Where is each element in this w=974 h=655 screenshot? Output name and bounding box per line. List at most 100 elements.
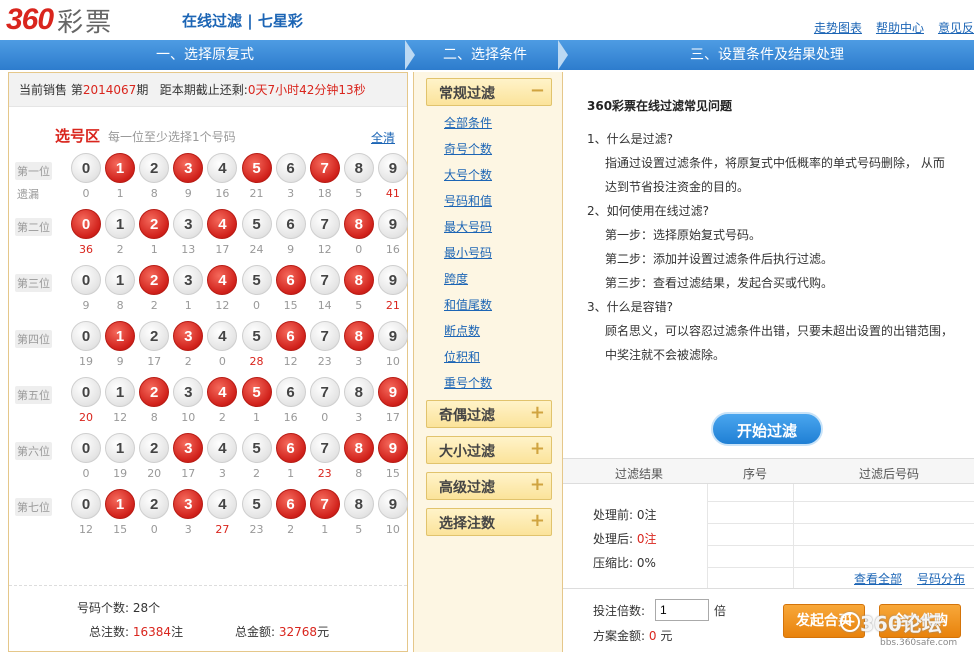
digit-ball[interactable]: 4 (207, 153, 238, 183)
digit-ball[interactable]: 6 (275, 433, 306, 463)
digit-ball[interactable]: 3 (173, 377, 204, 407)
digit-ball[interactable]: 3 (173, 265, 204, 295)
expand-icon[interactable]: + (530, 474, 545, 495)
digit-ball[interactable]: 2 (139, 265, 170, 295)
digit-ball[interactable]: 0 (71, 489, 101, 519)
digit-ball[interactable]: 0 (71, 265, 101, 295)
category-advanced[interactable]: 高级过滤 + (426, 472, 552, 500)
digit-ball[interactable]: 2 (139, 377, 170, 407)
digit-ball[interactable]: 7 (309, 489, 340, 519)
digit-ball[interactable]: 4 (207, 377, 238, 407)
digit-ball[interactable]: 9 (377, 489, 408, 519)
digit-ball[interactable]: 3 (173, 153, 204, 183)
digit-ball[interactable]: 7 (309, 377, 340, 407)
digit-ball[interactable]: 8 (343, 433, 374, 463)
digit-ball[interactable]: 3 (173, 433, 204, 463)
digit-ball[interactable]: 0 (71, 321, 101, 351)
start-filter-button[interactable]: 开始过滤 (711, 412, 823, 446)
digit-ball[interactable]: 0 (71, 377, 101, 407)
digit-ball[interactable]: 7 (309, 209, 340, 239)
condition-sum[interactable]: 号码和值 (444, 192, 492, 209)
digit-ball[interactable]: 8 (343, 321, 374, 351)
category-odd-even[interactable]: 奇偶过滤 + (426, 400, 552, 428)
digit-ball[interactable]: 1 (105, 153, 136, 183)
digit-ball[interactable]: 6 (275, 153, 306, 183)
digit-ball[interactable]: 5 (241, 265, 272, 295)
digit-ball[interactable]: 0 (71, 153, 101, 183)
digit-ball[interactable]: 1 (105, 489, 136, 519)
digit-ball[interactable]: 9 (377, 153, 408, 183)
digit-ball[interactable]: 1 (105, 321, 136, 351)
condition-all[interactable]: 全部条件 (444, 114, 492, 131)
digit-ball[interactable]: 7 (309, 265, 340, 295)
digit-ball[interactable]: 8 (343, 153, 374, 183)
digit-ball[interactable]: 8 (343, 209, 374, 239)
digit-ball[interactable]: 6 (275, 321, 306, 351)
clear-all-link[interactable]: 全清 (371, 129, 395, 146)
digit-ball[interactable]: 9 (377, 377, 408, 407)
digit-ball[interactable]: 9 (377, 209, 408, 239)
digit-ball[interactable]: 3 (173, 489, 204, 519)
expand-icon[interactable]: + (530, 438, 545, 459)
category-regular[interactable]: 常规过滤 − (426, 78, 552, 106)
digit-ball[interactable]: 3 (173, 321, 204, 351)
digit-ball[interactable]: 5 (241, 377, 272, 407)
trend-chart-link[interactable]: 走势图表 (814, 19, 862, 36)
logo[interactable]: 360 彩票 (6, 3, 113, 38)
condition-position-product[interactable]: 位积和 (444, 348, 480, 365)
digit-ball[interactable]: 4 (207, 489, 238, 519)
digit-ball[interactable]: 5 (241, 321, 272, 351)
digit-ball[interactable]: 5 (241, 153, 272, 183)
digit-ball[interactable]: 2 (139, 209, 170, 239)
condition-odd-count[interactable]: 奇号个数 (444, 140, 492, 157)
digit-ball[interactable]: 9 (377, 265, 408, 295)
expand-icon[interactable]: + (530, 402, 545, 423)
digit-ball[interactable]: 6 (275, 265, 306, 295)
condition-max[interactable]: 最大号码 (444, 218, 492, 235)
condition-repeat-count[interactable]: 重号个数 (444, 374, 492, 391)
digit-ball[interactable]: 2 (139, 433, 170, 463)
distribution-link[interactable]: 号码分布 (917, 570, 965, 587)
digit-ball[interactable]: 1 (105, 433, 136, 463)
digit-ball[interactable]: 6 (275, 377, 306, 407)
digit-ball[interactable]: 4 (207, 209, 238, 239)
multiplier-input[interactable] (655, 599, 709, 621)
category-select-bets[interactable]: 选择注数 + (426, 508, 552, 536)
condition-big-count[interactable]: 大号个数 (444, 166, 492, 183)
digit-ball[interactable]: 4 (207, 433, 238, 463)
digit-ball[interactable]: 5 (241, 489, 272, 519)
feedback-link[interactable]: 意见反 (938, 19, 974, 36)
digit-ball[interactable]: 7 (309, 433, 340, 463)
digit-ball[interactable]: 7 (309, 321, 340, 351)
digit-ball[interactable]: 7 (309, 153, 340, 183)
collapse-icon[interactable]: − (530, 80, 545, 101)
digit-ball[interactable]: 8 (343, 377, 374, 407)
category-big-small[interactable]: 大小过滤 + (426, 436, 552, 464)
digit-ball[interactable]: 0 (71, 209, 101, 239)
digit-ball[interactable]: 6 (275, 489, 306, 519)
digit-ball[interactable]: 4 (207, 265, 238, 295)
digit-ball[interactable]: 9 (377, 321, 408, 351)
digit-ball[interactable]: 8 (343, 265, 374, 295)
digit-ball[interactable]: 9 (377, 433, 408, 463)
digit-ball[interactable]: 6 (275, 209, 306, 239)
digit-ball[interactable]: 1 (105, 265, 136, 295)
digit-ball[interactable]: 5 (241, 209, 272, 239)
view-all-link[interactable]: 查看全部 (854, 570, 902, 587)
digit-ball[interactable]: 3 (173, 209, 204, 239)
digit-ball[interactable]: 0 (71, 433, 101, 463)
condition-min[interactable]: 最小号码 (444, 244, 492, 261)
help-center-link[interactable]: 帮助中心 (876, 19, 924, 36)
digit-ball[interactable]: 1 (105, 377, 136, 407)
condition-breakpoints[interactable]: 断点数 (444, 322, 480, 339)
digit-ball[interactable]: 4 (207, 321, 238, 351)
digit-ball[interactable]: 5 (241, 433, 272, 463)
digit-ball[interactable]: 8 (343, 489, 374, 519)
digit-ball[interactable]: 2 (139, 153, 170, 183)
digit-ball[interactable]: 1 (105, 209, 136, 239)
digit-ball[interactable]: 2 (139, 489, 170, 519)
condition-span[interactable]: 跨度 (444, 270, 468, 287)
digit-ball[interactable]: 2 (139, 321, 170, 351)
condition-sum-tail[interactable]: 和值尾数 (444, 296, 492, 313)
expand-icon[interactable]: + (530, 510, 545, 531)
